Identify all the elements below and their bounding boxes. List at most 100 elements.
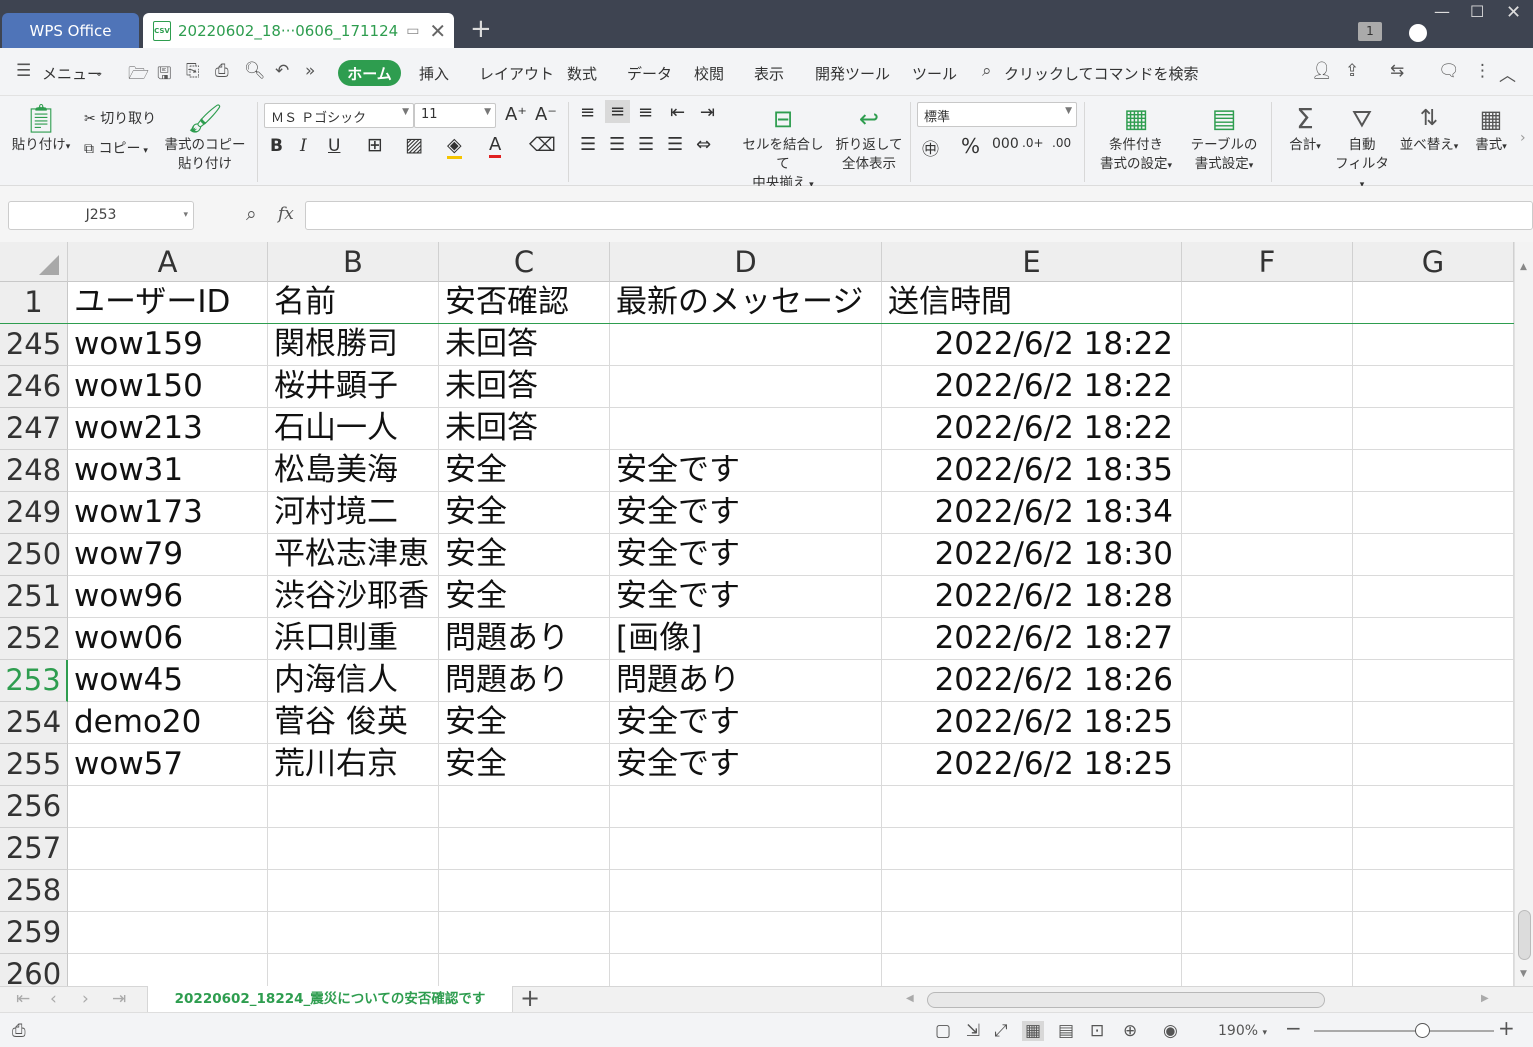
tab-data[interactable]: データ <box>627 63 672 84</box>
header-cell[interactable] <box>1353 282 1514 324</box>
table-cell[interactable] <box>1182 450 1353 492</box>
account-avatar[interactable] <box>1409 24 1427 42</box>
table-cell[interactable]: 安全 <box>439 534 610 576</box>
sheet-tab-active[interactable]: 20220602_18224_震災についての安否確認です <box>147 986 513 1013</box>
wps-office-tab[interactable]: WPS Office <box>2 13 139 48</box>
table-cell[interactable] <box>439 828 610 870</box>
table-cell[interactable]: 荒川右京 <box>268 744 439 786</box>
row-header[interactable]: 250 <box>0 534 68 576</box>
table-cell[interactable]: 安全 <box>439 450 610 492</box>
table-cell[interactable] <box>1182 912 1353 954</box>
document-tab[interactable]: CSV 20220602_18···0606_171124 ▭ ✕ <box>143 13 454 48</box>
table-cell[interactable]: 安全です <box>610 576 882 618</box>
table-cell[interactable] <box>68 912 268 954</box>
table-cell[interactable]: 2022/6/2 18:30 <box>882 534 1182 576</box>
row-header[interactable]: 256 <box>0 786 68 828</box>
table-cell[interactable] <box>1353 576 1514 618</box>
table-cell[interactable] <box>1182 786 1353 828</box>
print-icon[interactable]: ⎙ <box>215 61 229 81</box>
header-cell[interactable]: ユーザーID <box>68 282 268 324</box>
table-cell[interactable]: wow06 <box>68 618 268 660</box>
number-format-select[interactable]: 標準 ▼ <box>917 102 1077 127</box>
align-bottom-icon[interactable]: ≡ <box>638 102 653 123</box>
search-icon[interactable]: ⌕ <box>982 61 992 81</box>
row-header[interactable]: 255 <box>0 744 68 786</box>
table-cell[interactable] <box>610 912 882 954</box>
distribute-icon[interactable]: ⇔ <box>696 134 711 155</box>
table-cell[interactable] <box>1353 618 1514 660</box>
table-cell[interactable] <box>610 828 882 870</box>
table-cell[interactable] <box>439 786 610 828</box>
hamburger-icon[interactable]: ☰ <box>16 61 31 81</box>
export-icon[interactable]: ⎘ <box>186 61 200 81</box>
row-header[interactable]: 259 <box>0 912 68 954</box>
zoom-slider-knob[interactable] <box>1415 1023 1430 1038</box>
select-all-corner[interactable] <box>0 242 68 282</box>
currency-icon[interactable]: ㊥ <box>922 135 939 160</box>
add-user-icon[interactable]: 👤︎ <box>1311 61 1333 81</box>
eraser-icon[interactable]: ⌫ <box>529 134 556 156</box>
row-header[interactable]: 254 <box>0 702 68 744</box>
add-sheet-button[interactable]: + <box>520 984 540 1012</box>
table-cell[interactable]: 安全 <box>439 702 610 744</box>
scroll-left-icon[interactable]: ◀ <box>906 993 914 1004</box>
command-search[interactable]: クリックしてコマンドを検索 <box>1004 63 1199 84</box>
table-cell[interactable]: wow57 <box>68 744 268 786</box>
menu-button[interactable]: メニュー <box>42 63 102 84</box>
table-cell[interactable] <box>610 366 882 408</box>
table-cell[interactable]: 安全です <box>610 744 882 786</box>
table-cell[interactable]: demo20 <box>68 702 268 744</box>
read-mode-icon[interactable]: ⇲ <box>966 1021 980 1041</box>
fill-pattern-icon[interactable]: ▨ <box>405 134 423 156</box>
tab-review[interactable]: 校閲 <box>694 63 724 84</box>
scroll-up-icon[interactable]: ▲ <box>1520 262 1527 272</box>
table-cell[interactable]: wow159 <box>68 324 268 366</box>
table-cell[interactable] <box>1353 912 1514 954</box>
table-cell[interactable]: 未回答 <box>439 324 610 366</box>
row-header[interactable]: 260 <box>0 954 68 986</box>
table-cell[interactable] <box>1182 576 1353 618</box>
table-cell[interactable] <box>1353 828 1514 870</box>
tab-insert[interactable]: 挿入 <box>419 63 449 84</box>
minimize-icon[interactable]: — <box>1434 2 1450 21</box>
table-cell[interactable]: 桜井顕子 <box>268 366 439 408</box>
outdent-icon[interactable]: ⇤ <box>670 102 685 123</box>
table-cell[interactable]: 河村境二 <box>268 492 439 534</box>
row-header[interactable]: 247 <box>0 408 68 450</box>
increase-decimal-icon[interactable]: .0+ <box>1022 136 1044 150</box>
tab-layout[interactable]: レイアウト <box>479 63 554 84</box>
scroll-down-icon[interactable]: ▼ <box>1520 969 1527 979</box>
table-cell[interactable]: 安全です <box>610 534 882 576</box>
table-cell[interactable]: 未回答 <box>439 408 610 450</box>
table-cell[interactable]: 問題あり <box>439 660 610 702</box>
fx-icon[interactable]: fx <box>278 204 294 224</box>
table-cell[interactable] <box>439 954 610 986</box>
table-cell[interactable] <box>268 870 439 912</box>
table-cell[interactable] <box>1353 660 1514 702</box>
header-cell[interactable]: 最新のメッセージ <box>610 282 882 324</box>
column-header-f[interactable]: F <box>1182 242 1353 282</box>
decrease-decimal-icon[interactable]: .00 <box>1052 136 1071 150</box>
table-cell[interactable] <box>1353 786 1514 828</box>
page-break-icon[interactable]: ⊡ <box>1090 1021 1104 1041</box>
table-cell[interactable]: 石山一人 <box>268 408 439 450</box>
zoom-out-icon[interactable]: − <box>1285 1016 1302 1040</box>
table-cell[interactable] <box>68 954 268 986</box>
table-cell[interactable]: 安全です <box>610 450 882 492</box>
table-cell[interactable]: 未回答 <box>439 366 610 408</box>
table-cell[interactable] <box>1353 870 1514 912</box>
table-cell[interactable]: 問題あり <box>610 660 882 702</box>
row-header[interactable]: 246 <box>0 366 68 408</box>
table-cell[interactable] <box>1353 366 1514 408</box>
table-cell[interactable] <box>1182 534 1353 576</box>
table-cell[interactable] <box>882 912 1182 954</box>
table-cell[interactable] <box>1182 324 1353 366</box>
row-header[interactable]: 251 <box>0 576 68 618</box>
header-cell[interactable]: 名前 <box>268 282 439 324</box>
close-tab-icon[interactable]: ✕ <box>429 19 446 43</box>
column-header-g[interactable]: G <box>1353 242 1514 282</box>
decrease-font-icon[interactable]: A⁻ <box>535 104 557 125</box>
align-middle-icon[interactable]: ≡ <box>605 100 631 123</box>
bold-icon[interactable]: B <box>270 136 283 156</box>
new-tab-button[interactable]: + <box>470 14 492 44</box>
